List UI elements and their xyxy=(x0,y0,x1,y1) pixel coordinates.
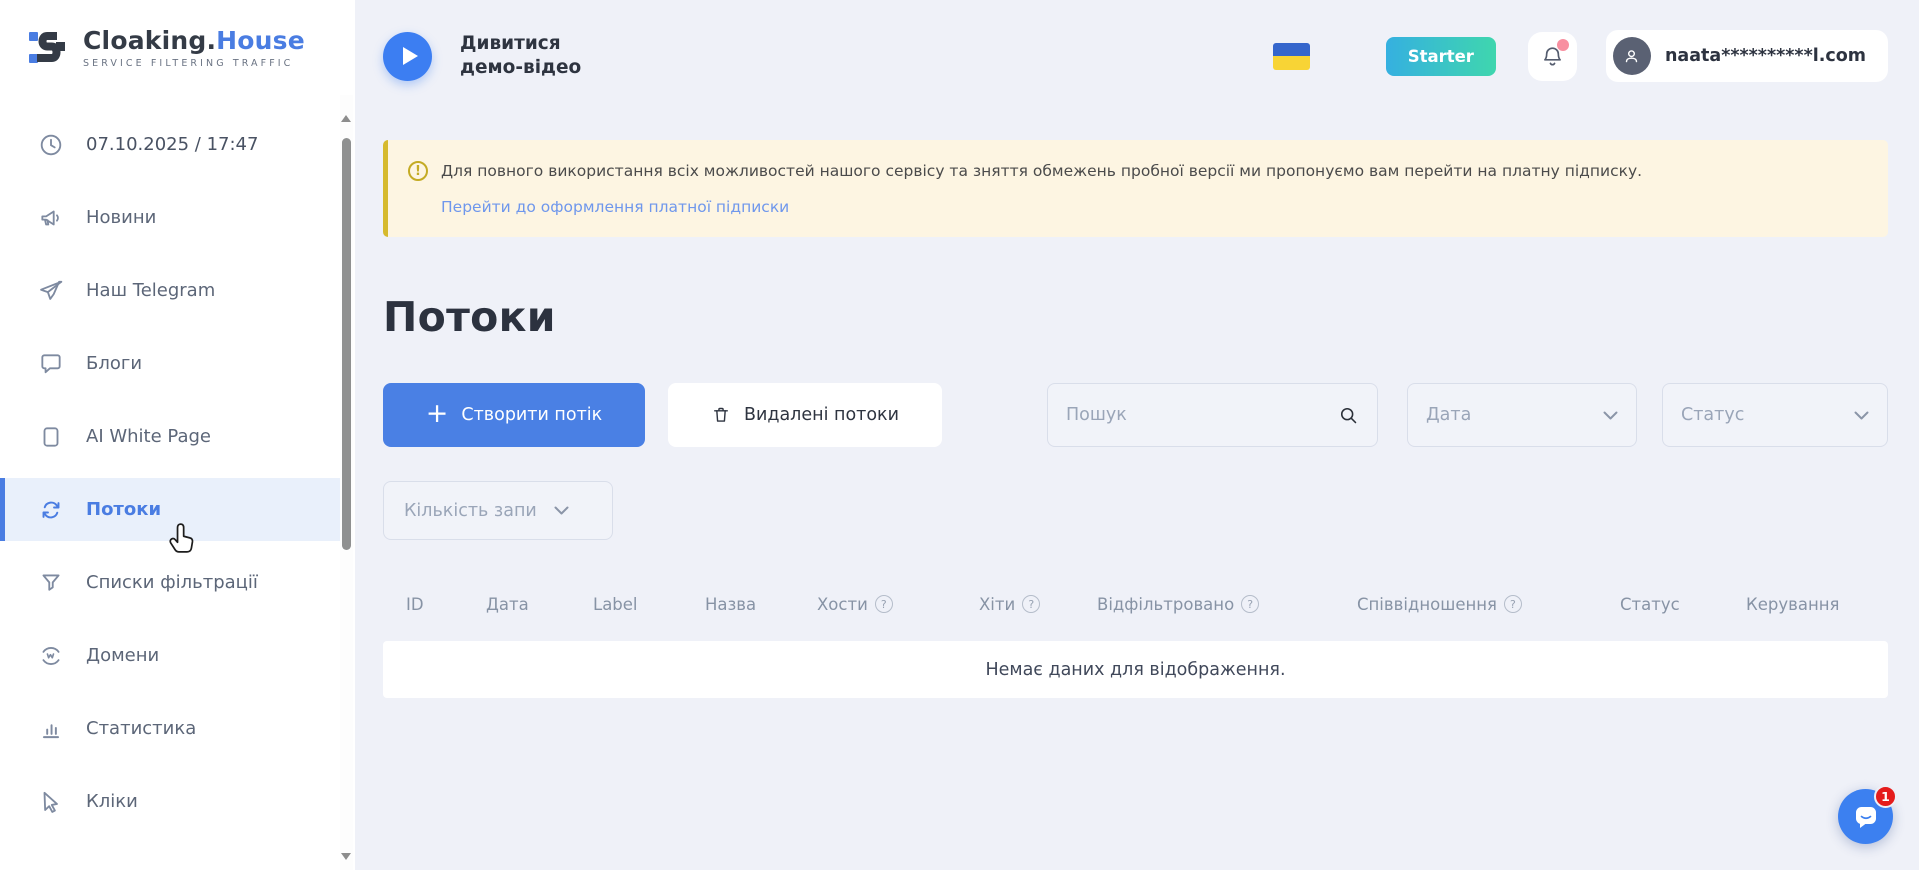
date-filter-label: Дата xyxy=(1426,405,1603,425)
sidebar-item-label: Новини xyxy=(86,207,156,228)
sidebar-item-label: Кліки xyxy=(86,791,138,812)
table-empty-state: Немає даних для відображення. xyxy=(383,641,1888,698)
megaphone-icon xyxy=(38,205,64,231)
stats-icon xyxy=(38,716,64,742)
search-input[interactable] xyxy=(1066,405,1338,425)
sidebar-item-news[interactable]: Новини xyxy=(0,186,340,249)
help-icon[interactable]: ? xyxy=(1241,595,1259,613)
help-icon[interactable]: ? xyxy=(1022,595,1040,613)
funnel-icon xyxy=(38,570,64,596)
sidebar-item-statistics[interactable]: Статистика xyxy=(0,697,340,760)
search-icon[interactable] xyxy=(1338,405,1359,426)
brand-tagline: SERVICE FILTERING TRAFFIC xyxy=(83,58,305,69)
clock-icon xyxy=(38,132,64,158)
sidebar-item-label: AI White Page xyxy=(86,426,211,447)
notifications-button[interactable] xyxy=(1528,32,1577,81)
warning-icon: ! xyxy=(408,161,428,181)
sidebar-item-ai-white-page[interactable]: AI White Page xyxy=(0,405,340,468)
sidebar-item-label: 07.10.2025 / 17:47 xyxy=(86,134,258,155)
sidebar-scrollbar[interactable] xyxy=(340,95,353,870)
cursor-icon xyxy=(38,789,64,815)
controls-row: + Створити потік Видалені потоки Дата xyxy=(383,383,1888,447)
per-page-dropdown[interactable]: Кількість запи xyxy=(383,481,613,540)
brand-logo[interactable]: Cloaking.House SERVICE FILTERING TRAFFIC xyxy=(24,24,305,70)
flag-yellow-stripe xyxy=(1273,56,1310,70)
telegram-icon xyxy=(38,278,64,304)
page-title: Потоки xyxy=(383,293,556,341)
chevron-down-icon xyxy=(1603,411,1618,420)
sidebar-item-date[interactable]: 07.10.2025 / 17:47 xyxy=(0,113,340,176)
chat-unread-badge: 1 xyxy=(1874,785,1897,808)
th-id: ID xyxy=(406,586,424,622)
status-filter-dropdown[interactable]: Статус xyxy=(1662,383,1888,447)
avatar xyxy=(1613,37,1651,75)
th-name: Назва xyxy=(705,586,756,622)
sidebar-item-telegram[interactable]: Наш Telegram xyxy=(0,259,340,322)
upgrade-subscription-link[interactable]: Перейти до оформлення платної підписки xyxy=(441,198,789,216)
scrollbar-thumb[interactable] xyxy=(342,138,351,550)
top-header: Дивитися демо-відео Starter xyxy=(383,18,1888,94)
th-ratio: Співвідношення? xyxy=(1357,586,1522,622)
scroll-up-arrow-icon[interactable] xyxy=(341,115,351,122)
th-status: Статус xyxy=(1620,586,1680,622)
trash-icon xyxy=(711,405,731,425)
demo-video-play-button[interactable] xyxy=(383,32,432,81)
main-content: Дивитися демо-відео Starter xyxy=(355,0,1919,870)
sidebar-item-blogs[interactable]: Блоги xyxy=(0,332,340,395)
sidebar-item-label: Наш Telegram xyxy=(86,280,215,301)
play-icon xyxy=(403,47,418,65)
th-hits: Хіти? xyxy=(979,586,1040,622)
sidebar-item-label: Блоги xyxy=(86,353,142,374)
help-icon[interactable]: ? xyxy=(1504,595,1522,613)
sidebar-item-label: Списки фільтрації xyxy=(86,572,258,593)
brand-name: Cloaking.House xyxy=(83,26,305,55)
page-icon xyxy=(38,424,64,450)
trial-warning-banner: ! Для повного використання всіх можливос… xyxy=(383,140,1888,237)
sidebar-nav: 07.10.2025 / 17:47 Новини Наш Telegram Б… xyxy=(0,113,340,843)
language-flag-ukraine[interactable] xyxy=(1273,43,1310,70)
th-label: Label xyxy=(593,586,638,622)
user-account-button[interactable]: naata**********l.com xyxy=(1606,30,1888,82)
create-stream-button[interactable]: + Створити потік xyxy=(383,383,645,447)
sidebar-item-domains[interactable]: Домени xyxy=(0,624,340,687)
chat-bubble-icon xyxy=(1852,803,1880,831)
th-hosts: Хости? xyxy=(817,586,893,622)
th-management: Керування xyxy=(1746,586,1839,622)
th-date: Дата xyxy=(486,586,529,622)
demo-video-label[interactable]: Дивитися демо-відео xyxy=(460,32,581,79)
chevron-down-icon xyxy=(554,506,569,515)
flag-blue-stripe xyxy=(1273,43,1310,57)
status-filter-label: Статус xyxy=(1681,405,1854,425)
chat-widget-button[interactable]: 1 xyxy=(1838,789,1893,844)
th-filtered: Відфільтровано? xyxy=(1097,586,1259,622)
table-header: ID Дата Label Назва Хости? Хіти? Відфіль… xyxy=(383,586,1888,622)
sidebar-item-label: Потоки xyxy=(86,499,161,520)
mouse-cursor-icon xyxy=(168,522,198,554)
globe-icon xyxy=(38,643,64,669)
plan-badge[interactable]: Starter xyxy=(1386,37,1496,76)
chat-icon xyxy=(38,351,64,377)
notification-dot xyxy=(1557,39,1569,51)
brand-logo-text: Cloaking.House SERVICE FILTERING TRAFFIC xyxy=(83,26,305,69)
sidebar-item-clicks[interactable]: Кліки xyxy=(0,770,340,833)
scroll-down-arrow-icon[interactable] xyxy=(341,853,351,860)
banner-message: Для повного використання всіх можливосте… xyxy=(441,160,1642,183)
date-filter-dropdown[interactable]: Дата xyxy=(1407,383,1637,447)
user-email: naata**********l.com xyxy=(1665,46,1866,66)
streams-icon xyxy=(38,497,64,523)
brand-logo-icon xyxy=(24,24,70,70)
chevron-down-icon xyxy=(1854,411,1869,420)
sidebar-item-label: Статистика xyxy=(86,718,196,739)
sidebar: Cloaking.House SERVICE FILTERING TRAFFIC… xyxy=(0,0,355,870)
deleted-streams-button[interactable]: Видалені потоки xyxy=(668,383,942,447)
per-page-label: Кількість запи xyxy=(404,501,554,521)
search-field[interactable] xyxy=(1047,383,1378,447)
sidebar-item-filter-lists[interactable]: Списки фільтрації xyxy=(0,551,340,614)
help-icon[interactable]: ? xyxy=(875,595,893,613)
sidebar-item-label: Домени xyxy=(86,645,159,666)
